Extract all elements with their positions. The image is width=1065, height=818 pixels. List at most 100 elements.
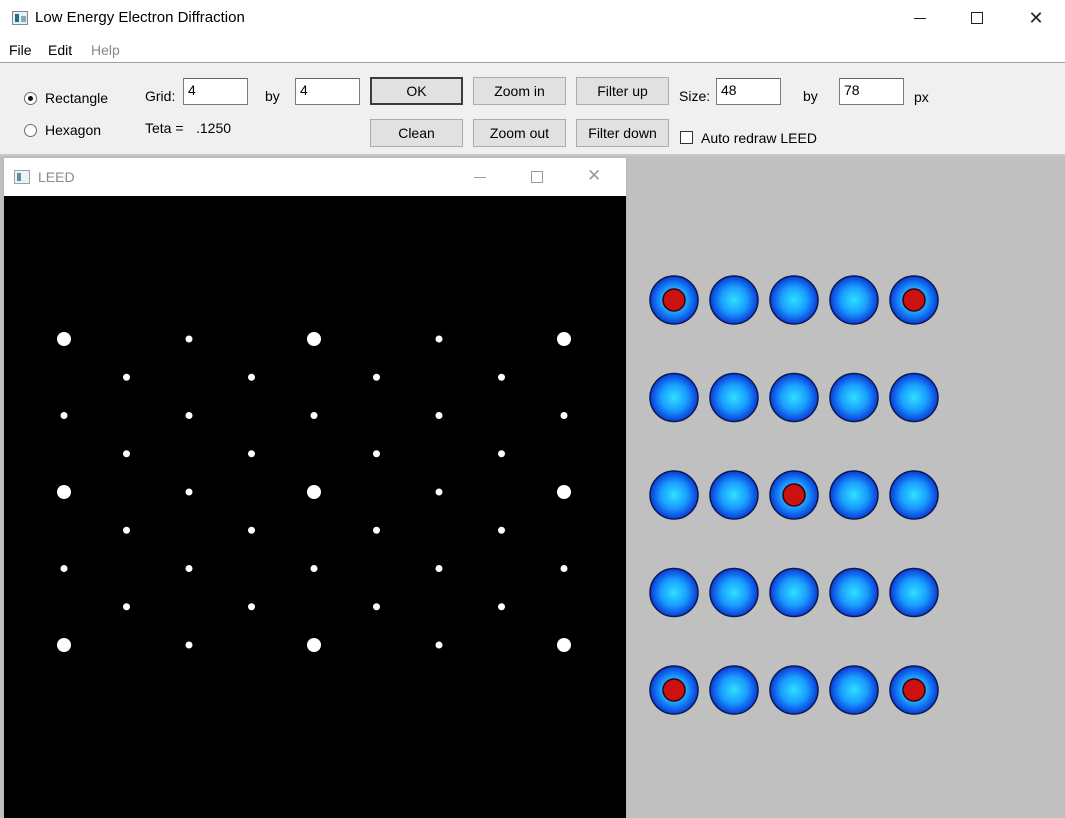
diffraction-spot-large [307, 332, 321, 346]
zoom-in-button[interactable]: Zoom in [473, 77, 566, 105]
substrate-atom [649, 372, 699, 423]
real-space-lattice [630, 156, 1065, 818]
diffraction-spot [185, 565, 193, 572]
diffraction-spot [248, 450, 255, 458]
diffraction-spot [185, 412, 193, 419]
substrate-atom [889, 372, 939, 423]
diffraction-spot [560, 412, 568, 419]
grid-x-field[interactable]: 4 [183, 78, 248, 105]
menu-file[interactable]: File [9, 42, 32, 58]
hexagon-label: Hexagon [45, 122, 102, 138]
diffraction-spot [435, 565, 443, 572]
diffraction-spot [123, 450, 130, 458]
substrate-atom [829, 470, 879, 520]
grid-y-field[interactable]: 4 [295, 78, 360, 105]
diffraction-spot [60, 412, 68, 419]
diffraction-spot [373, 603, 380, 611]
diffraction-spot [248, 603, 255, 611]
close-icon: ✕ [1028, 8, 1044, 29]
adsorbate-atom [662, 288, 686, 312]
diffraction-spot-large [307, 485, 321, 499]
diffraction-spot [498, 603, 505, 611]
leed-window-title: LEED [38, 169, 75, 185]
diffraction-spot-large [557, 332, 571, 346]
diffraction-spot [373, 373, 380, 381]
adsorbate-atom [662, 678, 686, 702]
zoom-out-button[interactable]: Zoom out [473, 119, 566, 147]
diffraction-spot [248, 373, 255, 381]
substrate-atom [649, 567, 699, 618]
diffraction-spot [435, 412, 443, 419]
menu-help[interactable]: Help [91, 42, 120, 58]
leed-minimize-icon[interactable] [474, 177, 486, 178]
close-button[interactable]: ✕ [1007, 0, 1065, 38]
substrate-atom [829, 275, 879, 325]
substrate-atom [709, 275, 759, 325]
diffraction-spot-large [557, 485, 571, 499]
diffraction-pattern [57, 332, 571, 652]
menu-bar: File Edit Help [0, 38, 1065, 62]
diffraction-spot [60, 565, 68, 572]
diffraction-spot-large [557, 638, 571, 652]
substrate-atom [889, 470, 939, 520]
diffraction-spot [435, 335, 443, 343]
substrate-atom [709, 372, 759, 423]
teta-value: .1250 [196, 120, 232, 136]
substrate-atom [889, 567, 939, 618]
diffraction-spot-large [57, 332, 71, 346]
clean-button[interactable]: Clean [370, 119, 463, 147]
diffraction-spot [310, 565, 318, 572]
leed-app-window: Low Energy Electron Diffraction ✕ File E… [0, 0, 1065, 818]
auto-redraw-label: Auto redraw LEED [701, 130, 817, 146]
substrate-atom [829, 372, 879, 423]
minimize-icon [914, 18, 926, 19]
substrate-atom [769, 275, 819, 325]
size-x-field[interactable]: 48 [716, 78, 781, 105]
ok-button[interactable]: OK [370, 77, 463, 105]
diffraction-spot [435, 641, 443, 649]
leed-child-window: LEED ✕ [3, 157, 627, 818]
diffraction-spot [435, 488, 443, 496]
diffraction-spot [123, 526, 130, 534]
substrate-atom [769, 372, 819, 423]
rectangle-radio[interactable] [24, 92, 37, 105]
diffraction-spot-large [57, 485, 71, 499]
substrate-atom [829, 567, 879, 618]
diffraction-spot [310, 412, 318, 419]
diffraction-spot [185, 335, 193, 343]
lattice-drawing [649, 275, 939, 715]
diffraction-spot [185, 641, 193, 649]
auto-redraw-checkbox[interactable] [680, 131, 693, 144]
maximize-icon [971, 12, 983, 24]
filter-down-button[interactable]: Filter down [576, 119, 669, 147]
size-y-field[interactable]: 78 [839, 78, 904, 105]
diffraction-spot [185, 488, 193, 496]
filter-up-button[interactable]: Filter up [576, 77, 669, 105]
rectangle-label: Rectangle [45, 90, 109, 106]
hexagon-radio[interactable] [24, 124, 37, 137]
substrate-atom [769, 567, 819, 618]
diffraction-spot [123, 373, 130, 381]
grid-by-label: by [265, 88, 280, 104]
menu-edit[interactable]: Edit [48, 42, 72, 58]
adsorbate-atom [782, 483, 806, 507]
title-bar: Low Energy Electron Diffraction ✕ [0, 0, 1065, 38]
size-unit-label: px [914, 89, 929, 105]
diffraction-spot [498, 373, 505, 381]
diffraction-spot [248, 526, 255, 534]
leed-close-icon[interactable]: ✕ [587, 166, 601, 186]
leed-window-icon [14, 170, 30, 184]
diffraction-spot-large [307, 638, 321, 652]
minimize-button[interactable] [891, 0, 949, 38]
control-panel: Rectangle Hexagon Grid: 4 by 4 Teta = .1… [0, 62, 1065, 156]
window-title: Low Energy Electron Diffraction [35, 9, 245, 26]
leed-title-bar[interactable]: LEED ✕ [4, 158, 626, 196]
substrate-atom [769, 665, 819, 715]
substrate-atom [829, 665, 879, 715]
diffraction-spot [123, 603, 130, 611]
adsorbate-atom [902, 288, 926, 312]
diffraction-spot [498, 450, 505, 458]
diffraction-canvas[interactable] [4, 196, 626, 818]
leed-maximize-icon[interactable] [531, 171, 543, 183]
diffraction-spot [560, 565, 568, 572]
